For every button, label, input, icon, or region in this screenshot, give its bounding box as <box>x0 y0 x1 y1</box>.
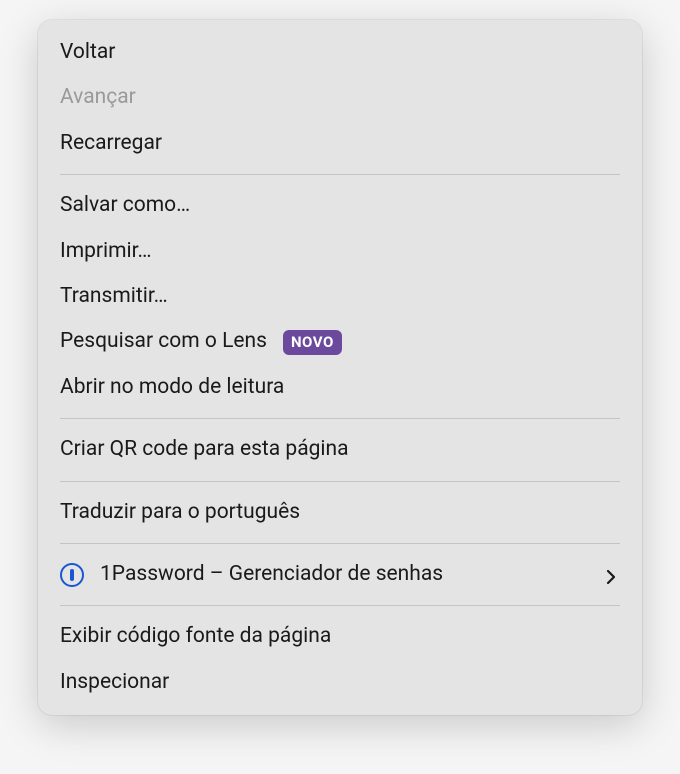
menu-item-label: Recarregar <box>60 129 162 158</box>
menu-item-label: Avançar <box>60 83 136 112</box>
menu-item-label: Criar QR code para esta página <box>60 435 349 464</box>
menu-item-label: Voltar <box>60 38 115 67</box>
menu-item-create-qr[interactable]: Criar QR code para esta página <box>38 427 642 472</box>
menu-item-label: Traduzir para o português <box>60 498 300 527</box>
separator <box>60 418 620 419</box>
menu-item-label: Pesquisar com o Lens <box>60 327 267 356</box>
menu-item-translate[interactable]: Traduzir para o português <box>38 490 642 535</box>
menu-item-view-source[interactable]: Exibir código fonte da página <box>38 614 642 659</box>
menu-item-label: Exibir código fonte da página <box>60 622 331 651</box>
menu-item-forward: Avançar <box>38 75 642 120</box>
menu-item-reload[interactable]: Recarregar <box>38 121 642 166</box>
menu-item-inspect[interactable]: Inspecionar <box>38 660 642 705</box>
1password-icon <box>60 563 84 587</box>
new-badge: NOVO <box>283 330 342 355</box>
menu-item-label: Abrir no modo de leitura <box>60 373 284 402</box>
context-menu: Voltar Avançar Recarregar Salvar como… I… <box>38 20 642 715</box>
menu-item-label: Imprimir… <box>60 237 152 266</box>
menu-item-label: Inspecionar <box>60 668 169 697</box>
menu-item-search-lens[interactable]: Pesquisar com o Lens NOVO <box>38 319 642 364</box>
menu-item-label: Transmitir… <box>60 282 168 311</box>
separator <box>60 174 620 175</box>
chevron-right-icon <box>602 566 620 584</box>
separator <box>60 543 620 544</box>
menu-item-label: 1Password – Gerenciador de senhas <box>100 560 443 589</box>
menu-item-back[interactable]: Voltar <box>38 30 642 75</box>
menu-item-print[interactable]: Imprimir… <box>38 229 642 274</box>
menu-item-save-as[interactable]: Salvar como… <box>38 183 642 228</box>
separator <box>60 605 620 606</box>
separator <box>60 481 620 482</box>
menu-item-reader-mode[interactable]: Abrir no modo de leitura <box>38 365 642 410</box>
menu-item-label: Salvar como… <box>60 191 190 220</box>
menu-item-cast[interactable]: Transmitir… <box>38 274 642 319</box>
menu-item-1password[interactable]: 1Password – Gerenciador de senhas <box>38 552 642 597</box>
